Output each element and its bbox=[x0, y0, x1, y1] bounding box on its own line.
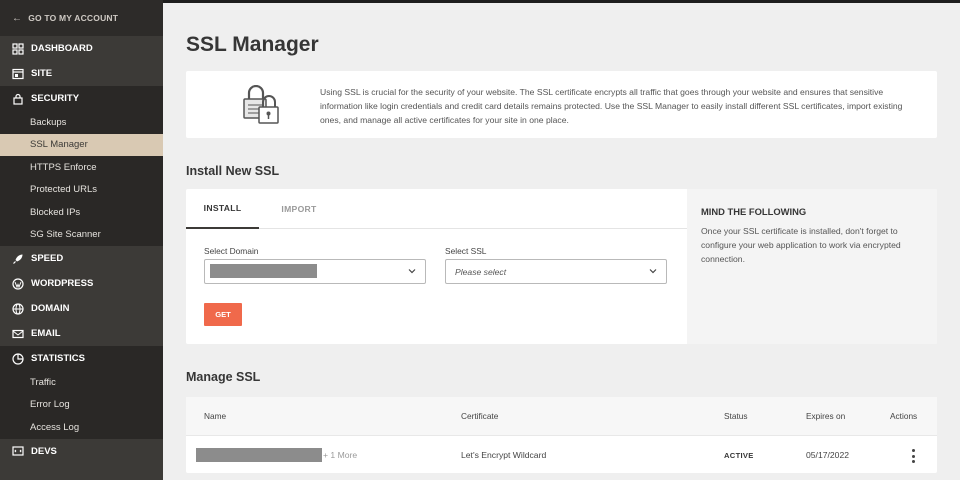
sidebar-item-label: DEVS bbox=[31, 445, 57, 457]
statistics-submenu: Traffic Error Log Access Log bbox=[0, 371, 163, 439]
select-ssl-placeholder: Please select bbox=[455, 266, 507, 277]
sidebar-item-label: DOMAIN bbox=[31, 303, 70, 314]
install-ssl-title: Install New SSL bbox=[186, 164, 280, 178]
manage-ssl-title: Manage SSL bbox=[186, 370, 261, 384]
sidebar-subitem-backups[interactable]: Backups bbox=[0, 111, 163, 134]
sidebar-item-label: SITE bbox=[31, 68, 53, 79]
get-button[interactable]: GET bbox=[204, 303, 242, 326]
arrow-left-icon: ← bbox=[12, 12, 23, 24]
lock-icon bbox=[12, 93, 24, 105]
sidebar-item-label: STATISTICS bbox=[31, 353, 86, 364]
sidebar-item-label: SECURITY bbox=[31, 93, 80, 104]
chevron-down-icon bbox=[408, 269, 416, 274]
sidebar-subitem-https-enforce[interactable]: HTTPS Enforce bbox=[0, 156, 163, 179]
globe-icon bbox=[12, 302, 24, 315]
sidebar-item-label: SPEED bbox=[31, 253, 64, 264]
sidebar-subitem-error-log[interactable]: Error Log bbox=[0, 394, 163, 417]
column-header-name: Name bbox=[204, 411, 227, 421]
sidebar-subitem-protected-urls[interactable]: Protected URLs bbox=[0, 179, 163, 202]
select-domain-label: Select Domain bbox=[204, 246, 259, 256]
sidebar-item-wordpress[interactable]: WORDPRESS bbox=[0, 271, 163, 296]
manage-ssl-table: Name Certificate Status Expires on Actio… bbox=[186, 397, 937, 473]
column-header-actions: Actions bbox=[890, 411, 918, 421]
redacted-domain-value bbox=[210, 264, 317, 278]
sidebar-item-label: DASHBOARD bbox=[31, 43, 93, 54]
tab-install[interactable]: INSTALL bbox=[186, 189, 259, 229]
go-to-account-link[interactable]: ← GO TO MY ACCOUNT bbox=[0, 0, 163, 36]
sidebar-item-security[interactable]: SECURITY bbox=[0, 86, 163, 111]
sidebar-item-dashboard[interactable]: DASHBOARD bbox=[0, 36, 163, 61]
column-header-certificate: Certificate bbox=[461, 411, 499, 421]
sidebar-item-site[interactable]: SITE bbox=[0, 61, 163, 86]
install-ssl-card: INSTALL IMPORT Select Domain Select SSL … bbox=[186, 189, 937, 344]
chevron-down-icon bbox=[649, 269, 657, 274]
more-domains-link[interactable]: + 1 More bbox=[323, 450, 357, 460]
mind-text: Once your SSL certificate is installed, … bbox=[701, 226, 901, 264]
sidebar-subitem-traffic[interactable]: Traffic bbox=[0, 371, 163, 394]
go-to-account-label: GO TO MY ACCOUNT bbox=[28, 13, 119, 23]
redacted-ssl-name bbox=[196, 448, 322, 462]
sidebar-item-devs[interactable]: DEVS bbox=[0, 439, 163, 464]
certificate-cell: Let's Encrypt Wildcard bbox=[461, 450, 547, 460]
wordpress-icon bbox=[12, 277, 24, 290]
sidebar-item-label: WORDPRESS bbox=[31, 278, 94, 289]
sidebar-item-email[interactable]: EMAIL bbox=[0, 321, 163, 346]
mind-title: MIND THE FOLLOWING bbox=[701, 206, 807, 217]
table-header: Name Certificate Status Expires on Actio… bbox=[186, 397, 937, 435]
expires-cell: 05/17/2022 bbox=[806, 450, 850, 460]
code-icon bbox=[12, 445, 24, 457]
sidebar: ← GO TO MY ACCOUNT DASHBOARD SITE SECURI… bbox=[0, 0, 163, 480]
security-submenu: Backups SSL Manager HTTPS Enforce Protec… bbox=[0, 111, 163, 246]
sidebar-subitem-sg-site-scanner[interactable]: SG Site Scanner bbox=[0, 224, 163, 247]
sidebar-item-label: EMAIL bbox=[31, 328, 61, 339]
sidebar-item-speed[interactable]: SPEED bbox=[0, 246, 163, 271]
pie-chart-icon bbox=[12, 352, 24, 365]
sidebar-subitem-blocked-ips[interactable]: Blocked IPs bbox=[0, 201, 163, 224]
info-card: Using SSL is crucial for the security of… bbox=[186, 71, 937, 138]
padlocks-illustration-icon bbox=[243, 85, 279, 124]
sidebar-item-statistics[interactable]: STATISTICS bbox=[0, 346, 163, 371]
main-content: SSL Manager Using SSL is crucial for the… bbox=[163, 3, 960, 480]
column-header-status: Status bbox=[724, 411, 748, 421]
select-domain-dropdown[interactable] bbox=[204, 259, 426, 284]
select-ssl-dropdown[interactable]: Please select bbox=[445, 259, 667, 284]
select-ssl-label: Select SSL bbox=[445, 246, 487, 256]
mind-the-following-panel: MIND THE FOLLOWING Once your SSL certifi… bbox=[687, 189, 937, 344]
ssl-info-text: Using SSL is crucial for the security of… bbox=[320, 87, 903, 125]
email-icon bbox=[12, 328, 24, 340]
tab-import[interactable]: IMPORT bbox=[262, 189, 336, 229]
install-tabs: INSTALL IMPORT bbox=[186, 189, 687, 229]
column-header-expires: Expires on bbox=[806, 411, 846, 421]
install-form: INSTALL IMPORT Select Domain Select SSL … bbox=[186, 189, 687, 344]
sidebar-subitem-ssl-manager[interactable]: SSL Manager bbox=[0, 133, 163, 156]
status-badge: ACTIVE bbox=[724, 451, 754, 460]
more-actions-icon[interactable] bbox=[908, 448, 918, 464]
sidebar-subitem-access-log[interactable]: Access Log bbox=[0, 416, 163, 439]
sidebar-item-domain[interactable]: DOMAIN bbox=[0, 296, 163, 321]
table-row: + 1 More Let's Encrypt Wildcard ACTIVE 0… bbox=[186, 435, 937, 473]
rocket-icon bbox=[12, 253, 24, 265]
page-title: SSL Manager bbox=[186, 33, 319, 56]
dashboard-icon bbox=[12, 42, 24, 55]
site-icon bbox=[12, 68, 24, 80]
